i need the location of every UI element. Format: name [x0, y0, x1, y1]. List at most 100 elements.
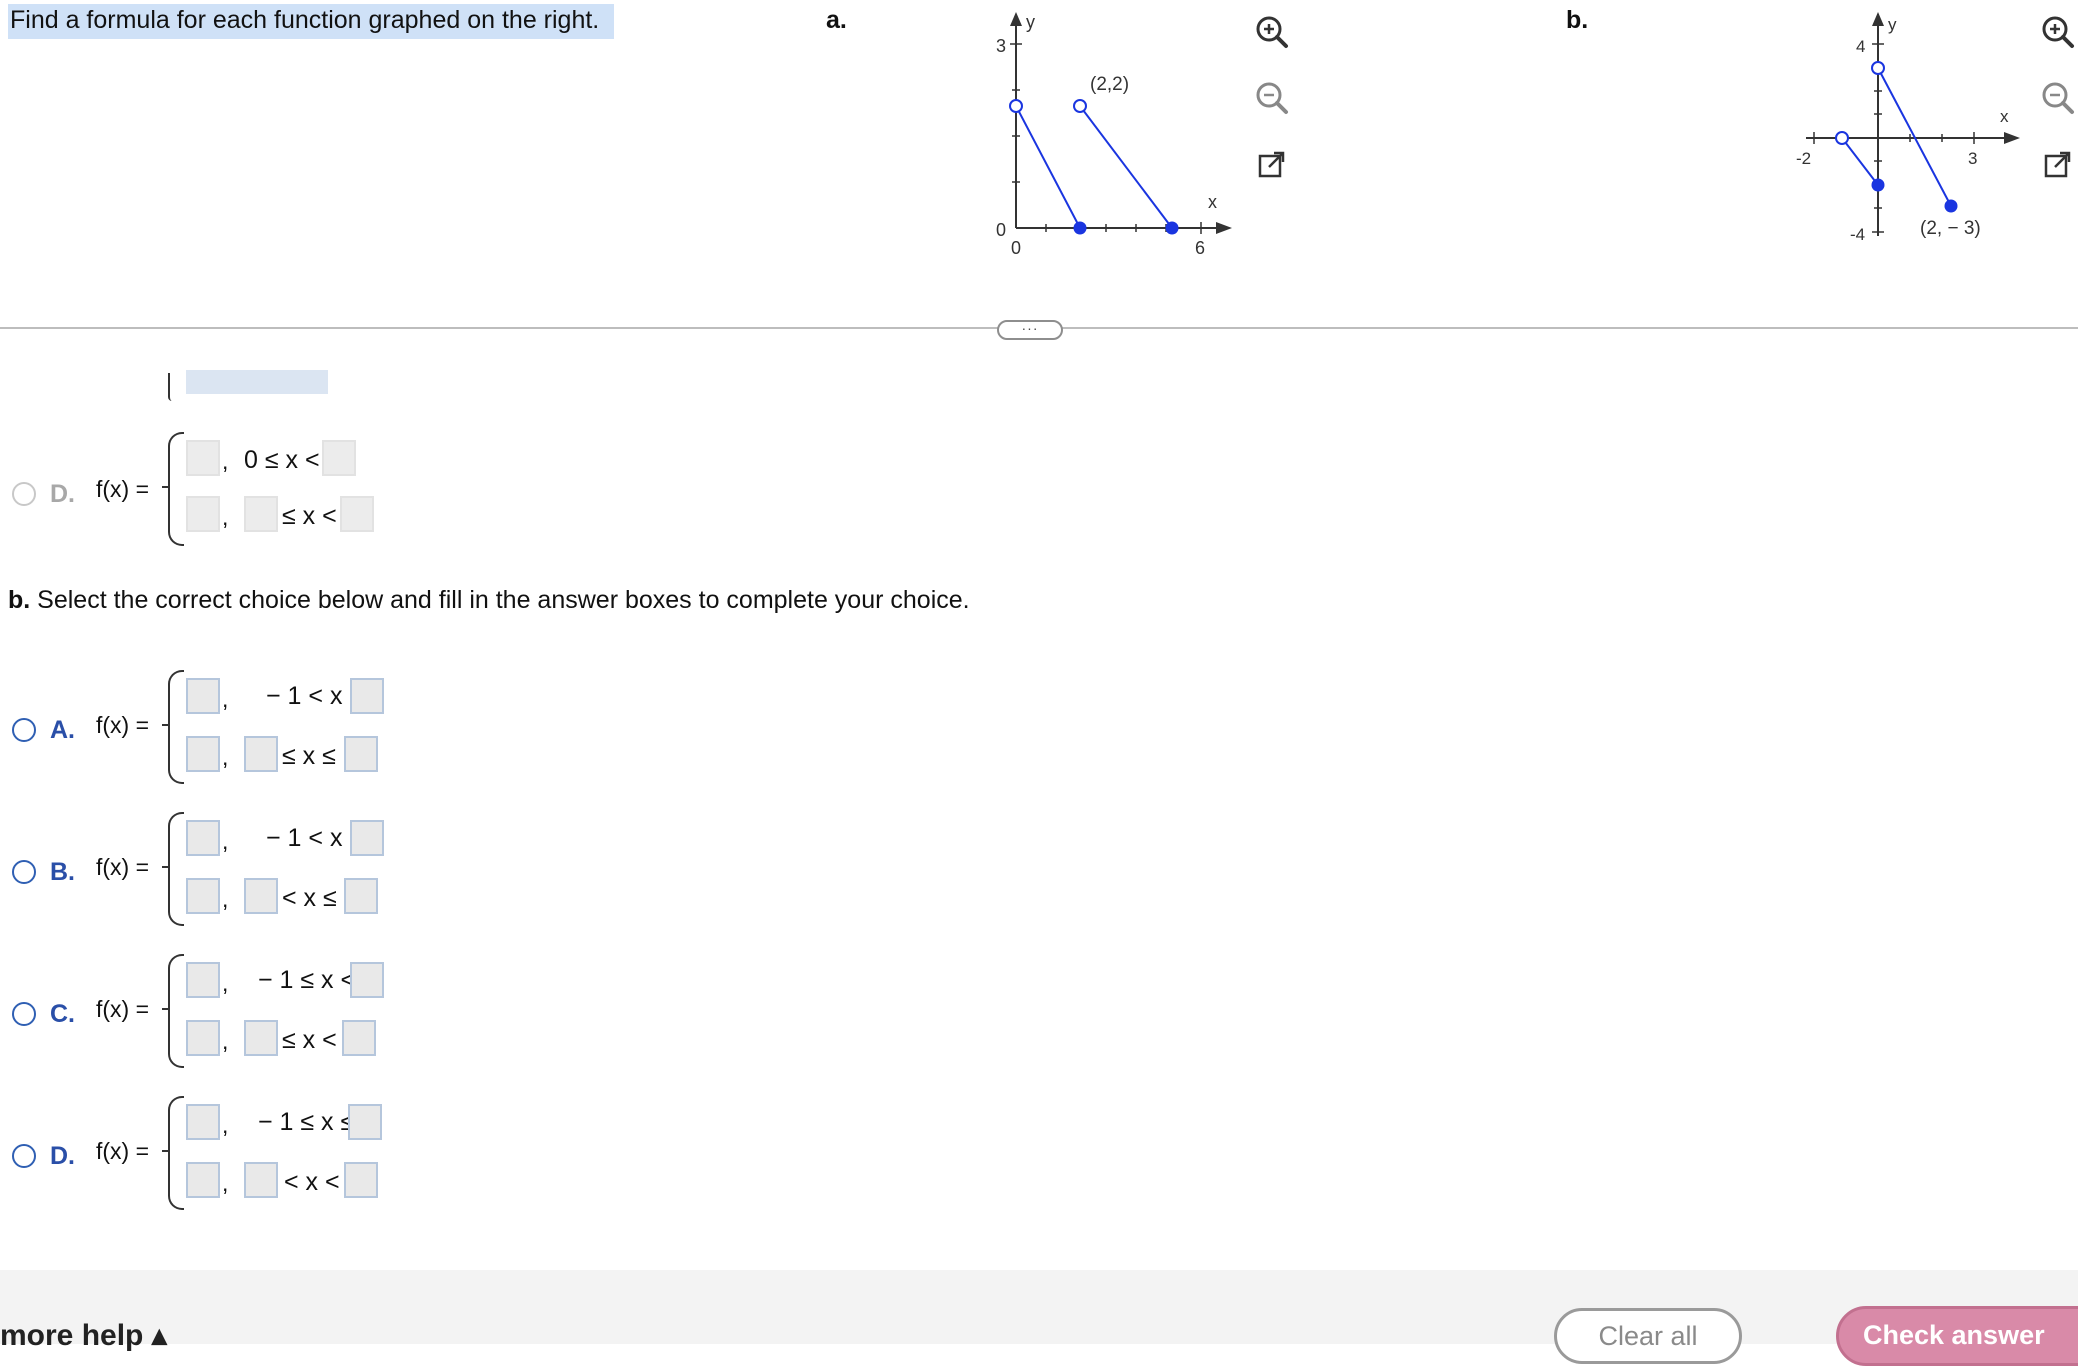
graph-b-point-label: (2, − 3) [1920, 218, 1981, 239]
graph-a: y x 3 0 0 6 (2,2) [990, 10, 1250, 270]
answer-box[interactable] [244, 1162, 278, 1198]
graph-a-x-tick-end: 6 [1195, 238, 1205, 258]
divider-handle[interactable]: ··· [997, 320, 1063, 340]
piecewise-brace [168, 812, 184, 926]
answer-box[interactable] [244, 496, 278, 532]
brace-tip [162, 1008, 170, 1010]
radio-button[interactable] [12, 860, 36, 884]
comma: , [222, 504, 229, 530]
radio-button[interactable] [12, 718, 36, 742]
graph-a-popout-button[interactable] [1250, 142, 1294, 186]
popout-icon [1258, 151, 1285, 178]
zoom-in-icon [1256, 16, 1288, 48]
graph-a-y-tick-top: 3 [996, 36, 1006, 56]
clear-all-button[interactable]: Clear all [1554, 1308, 1742, 1364]
answer-box[interactable] [186, 1162, 220, 1198]
answer-box[interactable] [186, 1020, 220, 1056]
answer-box[interactable] [350, 678, 384, 714]
brace-tip [162, 486, 170, 488]
answer-box[interactable] [244, 736, 278, 772]
graph-b-x-tick-right: 3 [1968, 149, 1977, 168]
question-b: b. Select the correct choice below and f… [8, 586, 970, 615]
choice-b[interactable]: B. f(x) = , − 1 < x ≤ , < x ≤ [8, 810, 428, 930]
answer-box[interactable] [186, 736, 220, 772]
answer-box[interactable] [322, 440, 356, 476]
answer-box[interactable] [186, 878, 220, 914]
question-prompt: Find a formula for each function graphed… [8, 4, 614, 39]
graph-a-closed-point-2 [1165, 221, 1179, 235]
piecewise-brace [168, 670, 184, 784]
answer-box[interactable] [348, 1104, 382, 1140]
graph-b-label: b. [1566, 6, 1589, 34]
graph-b-popout-button[interactable] [2036, 142, 2078, 186]
graph-a-closed-point-1 [1073, 221, 1087, 235]
brace-tip [162, 724, 170, 726]
graph-a-x-label: x [1208, 192, 1217, 212]
answer-box[interactable] [340, 496, 374, 532]
answer-box[interactable] [244, 878, 278, 914]
answer-box[interactable] [186, 1104, 220, 1140]
radio-button[interactable] [12, 1002, 36, 1026]
choice-d[interactable]: D. f(x) = , − 1 ≤ x ≤ , < x < [8, 1094, 428, 1214]
radio-button[interactable] [12, 1144, 36, 1168]
function-label: f(x) = [96, 854, 150, 880]
zoom-out-icon [1256, 82, 1288, 114]
check-answer-button[interactable]: Check answer [1836, 1306, 2078, 1366]
graph-a-plot: y x 3 0 0 6 (2,2) [996, 12, 1232, 258]
graph-b-zoom-out-button[interactable] [2036, 76, 2078, 120]
answer-box[interactable] [344, 736, 378, 772]
graph-b-segment-1 [1841, 137, 1879, 186]
part-a-choice-d[interactable]: D. f(x) = , 0 ≤ x < , ≤ x < [8, 430, 428, 550]
answer-box[interactable] [344, 878, 378, 914]
graph-b-y-label: y [1888, 15, 1897, 34]
comma: , [222, 886, 229, 912]
condition-text: − 1 < x ≤ [266, 824, 364, 852]
graph-a-open-point-2 [1073, 99, 1087, 113]
piecewise-brace [168, 432, 184, 546]
choice-a[interactable]: A. f(x) = , − 1 < x < , ≤ x ≤ [8, 668, 428, 788]
graph-a-zoom-in-button[interactable] [1250, 10, 1294, 54]
answer-box[interactable] [186, 440, 220, 476]
graph-b: y x 4 -4 -2 3 (2, − 3) [1780, 10, 2030, 260]
graph-a-segment-2 [1079, 105, 1173, 229]
choice-letter: C. [50, 1000, 75, 1028]
choice-c[interactable]: C. f(x) = , − 1 ≤ x < , ≤ x < [8, 952, 428, 1072]
condition-text: < x ≤ [282, 884, 337, 912]
graph-b-closed-point-2 [1944, 199, 1958, 213]
graph-a-y-arrow [1010, 12, 1022, 26]
answer-box[interactable] [342, 1020, 376, 1056]
graph-b-closed-point-1 [1871, 178, 1885, 192]
graph-a-label: a. [826, 6, 847, 34]
answer-box[interactable] [344, 1162, 378, 1198]
graph-b-y-tick-bottom: -4 [1850, 225, 1865, 244]
condition-text: 0 ≤ x < [244, 446, 320, 474]
condition-text: ≤ x < [282, 1026, 337, 1054]
answer-box[interactable] [350, 962, 384, 998]
function-label: f(x) = [96, 712, 150, 738]
condition-text: − 1 ≤ x < [258, 966, 356, 994]
graph-b-zoom-in-button[interactable] [2036, 10, 2078, 54]
answer-box[interactable] [186, 820, 220, 856]
graph-a-point-label: (2,2) [1090, 74, 1129, 95]
graph-a-x-arrow [1216, 222, 1232, 234]
piecewise-brace [168, 1096, 184, 1210]
piecewise-brace [168, 954, 184, 1068]
radio-button[interactable] [12, 482, 36, 506]
graph-b-y-tick-top: 4 [1856, 37, 1865, 56]
answer-box[interactable] [350, 820, 384, 856]
more-help-link[interactable]: more help ▴ [0, 1318, 167, 1353]
choice-letter: A. [50, 716, 75, 744]
condition-text: ≤ x ≤ [282, 742, 336, 770]
answer-box[interactable] [186, 678, 220, 714]
condition-text: ≤ x < [282, 502, 337, 530]
graph-a-zoom-out-button[interactable] [1250, 76, 1294, 120]
answer-box[interactable] [186, 496, 220, 532]
question-b-text: Select the correct choice below and fill… [30, 586, 970, 614]
graph-a-segment-1 [1015, 105, 1081, 229]
function-label: f(x) = [96, 476, 150, 502]
graph-a-open-point-1 [1009, 99, 1023, 113]
answer-box[interactable] [186, 962, 220, 998]
answer-box[interactable] [244, 1020, 278, 1056]
choice-letter: D. [50, 1142, 75, 1170]
function-label: f(x) = [96, 1138, 150, 1164]
